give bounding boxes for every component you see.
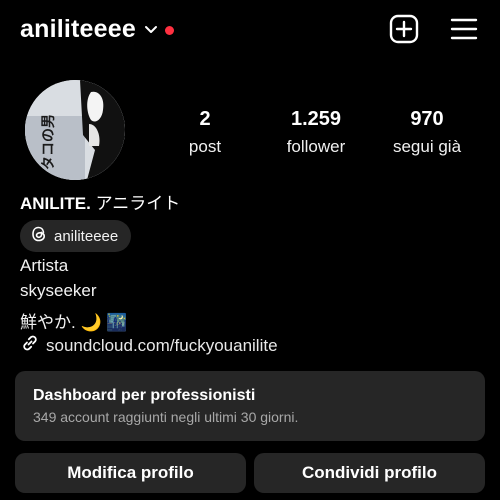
notification-dot <box>164 25 174 35</box>
link-text: soundcloud.com/fuckyouanilite <box>46 335 278 355</box>
new-post-icon[interactable] <box>388 13 420 45</box>
followers-count: 1.259 <box>290 108 342 130</box>
following-label: segui già <box>392 137 462 156</box>
bio-link[interactable]: soundcloud.com/fuckyouanilite <box>20 333 278 358</box>
followers-label: follower <box>286 137 346 156</box>
avatar[interactable]: タコの男 <box>25 80 125 180</box>
menu-icon[interactable] <box>448 13 480 45</box>
posts-label: post <box>188 137 222 156</box>
avatar-text: タコの男 <box>41 114 57 170</box>
share-profile-button[interactable]: Condividi profilo <box>254 453 485 493</box>
display-name: ANILITE. アニライト <box>20 189 180 214</box>
username[interactable]: aniliteeee <box>20 15 136 44</box>
bio-line-3: 鮮やか. 🌙 🌃 <box>20 313 128 332</box>
dashboard-title: Dashboard per professionisti <box>33 387 256 404</box>
threads-icon <box>30 225 48 248</box>
link-icon <box>20 333 40 358</box>
display-name-latin: ANILITE. <box>20 194 91 213</box>
following-count: 970 <box>410 108 444 130</box>
bio-line-2: skyseeker <box>20 281 97 300</box>
dashboard-subtitle: 349 account raggiunti negli ultimi 30 gi… <box>33 409 299 425</box>
posts-count: 2 <box>199 108 211 130</box>
threads-badge[interactable]: aniliteeee <box>20 220 132 252</box>
professional-dashboard-card[interactable]: Dashboard per professionisti 349 account… <box>15 371 485 441</box>
display-name-japanese: アニライト <box>95 194 181 213</box>
bio-line-1: Artista <box>20 256 69 275</box>
stat-posts[interactable]: 2 post <box>150 104 260 160</box>
stat-followers[interactable]: 1.259 follower <box>261 104 371 160</box>
threads-handle: aniliteeee <box>54 227 119 245</box>
edit-profile-button[interactable]: Modifica profilo <box>15 453 246 493</box>
profile-header: aniliteeee <box>20 10 480 48</box>
chevron-down-icon[interactable] <box>144 22 158 40</box>
stat-following[interactable]: 970 segui già <box>372 104 482 160</box>
header-actions <box>388 13 480 45</box>
